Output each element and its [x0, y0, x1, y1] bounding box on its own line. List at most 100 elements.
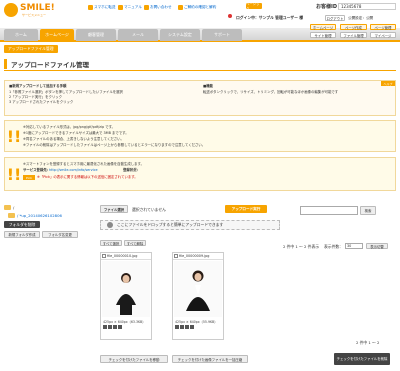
- folder-panel: / / *up_20140626102806 フォルダを削除 新規フォルダ作成 …: [4, 203, 90, 363]
- logout-button[interactable]: ログアウト: [325, 15, 345, 21]
- file-checkbox[interactable]: [102, 254, 106, 258]
- file-card-header: file_00000009.jpg: [173, 253, 223, 260]
- folder-item[interactable]: / *up_20140626102806: [4, 211, 90, 219]
- tab-support[interactable]: サポート: [202, 29, 242, 41]
- notice-box-2: !! ※スマートフォンを登録するとスマホ用に最適化された画像を自動生成します。 …: [4, 157, 396, 191]
- upload-arrow-icon: [107, 222, 113, 228]
- copy-icon[interactable]: [113, 325, 117, 329]
- file-thumbnail[interactable]: [102, 261, 150, 317]
- notice-line: ※対応しているファイル形式は、jpg/png/gif/pdf/zip です。: [23, 125, 116, 129]
- link-cancel[interactable]: ご解約の確認と解約: [178, 5, 216, 10]
- tab-system[interactable]: システム設定: [160, 29, 200, 41]
- nav-mypage-button[interactable]: マイページ: [370, 32, 396, 38]
- help-line: 転送ボタンクリックで、リサイズ、トリミング、回転が可能なほか画像の編集が可能です: [203, 90, 339, 94]
- file-meta: 425px × 640px（55.9KB）: [175, 320, 218, 324]
- file-thumbnail[interactable]: [174, 261, 222, 317]
- public-status: 公開設定：公開: [348, 16, 374, 20]
- user-icon: [228, 14, 232, 18]
- book-icon: [118, 5, 123, 10]
- link-label: マニュアル: [124, 5, 142, 9]
- logo-text[interactable]: SMILE!: [20, 3, 55, 13]
- file-actions: [103, 325, 122, 329]
- file-name: file_00000010.jpg: [107, 254, 138, 258]
- deselect-all-button[interactable]: すべて解除: [124, 240, 146, 246]
- drop-hint: ここにファイルをドロップすると簡単にアップロードできます: [117, 222, 224, 227]
- search-input[interactable]: [300, 206, 358, 215]
- copy-icon[interactable]: [185, 325, 189, 329]
- select-all-button[interactable]: すべて選択: [100, 240, 122, 246]
- nav-page-create-button[interactable]: ページ作成: [340, 24, 367, 30]
- folder-icon: [4, 204, 11, 210]
- tab-home[interactable]: ホーム: [4, 29, 38, 41]
- pick-badge: Pick: [23, 175, 35, 180]
- compress-checked-button[interactable]: チェックを付けた画像ファイルを一括圧縮: [172, 355, 248, 363]
- info-icon: [178, 5, 183, 10]
- folder-label: / *up_20140626102806: [17, 212, 62, 218]
- notice-line: ※ファイルの削除はアップロードしたファイルはページ上から参照しているとエラーにな…: [23, 143, 206, 147]
- help-line: 3 アップロードされたファイルをクリック: [9, 100, 74, 104]
- login-info: ログイン中：サンプル 管理ユーザー 様: [236, 15, 303, 20]
- file-card-header: file_00000010.jpg: [101, 253, 151, 260]
- service-label: サービス登録先：: [23, 168, 51, 172]
- registered-label: 登録状況：: [123, 168, 140, 172]
- link-contact[interactable]: お問い合わせ: [144, 5, 172, 10]
- phone-icon: [88, 5, 93, 10]
- notice-note: ※「Pick」の表示に関する情報は以下の送信に固定されています。: [37, 175, 138, 179]
- logo-subtitle: サービスメニュー: [22, 13, 47, 17]
- customer-id: 12345678: [338, 3, 396, 10]
- help-box: ヘルプ ■新規アップロードして追加する手順 1「参照ファイル選択」ボタンを押して…: [4, 80, 396, 116]
- nav-page-manage-button[interactable]: ページ管理: [370, 24, 396, 30]
- file-checkbox[interactable]: [174, 254, 178, 258]
- nav-site-manage-button[interactable]: サイト管理: [310, 32, 336, 38]
- link-smartphone[interactable]: スマホに転送: [88, 5, 115, 10]
- title-marker: [4, 58, 7, 69]
- exclamation-icon: !!: [6, 126, 22, 146]
- preview-icon[interactable]: [103, 325, 107, 329]
- file-name: file_00000009.jpg: [179, 254, 210, 258]
- customer-label: お客様ID: [316, 4, 338, 10]
- tab-mail[interactable]: メール: [118, 29, 158, 41]
- new-folder-button[interactable]: 新規フォルダ作成: [4, 231, 40, 238]
- link-label: お問い合わせ: [150, 5, 172, 9]
- page-title: アップロードファイル管理: [11, 60, 89, 69]
- rename-folder-button[interactable]: フォルダ名変更: [42, 231, 78, 238]
- notice-line: ※スマートフォンを登録するとスマホ用に最適化された画像を自動生成します。: [23, 162, 144, 166]
- preview-icon[interactable]: [175, 325, 179, 329]
- notice-line: ※1度にアップロードできるファイルサイズは最大で 3MB までです。: [23, 131, 129, 135]
- plan-badge: ベーシック: [246, 2, 262, 11]
- link-icon[interactable]: [190, 325, 194, 329]
- per-page-select[interactable]: 30: [345, 243, 363, 249]
- upload-execute-button[interactable]: アップロード実行: [225, 205, 267, 213]
- folder-root[interactable]: /: [4, 203, 90, 211]
- file-card[interactable]: file_00000009.jpg 425px × 640px（55.9KB）: [172, 252, 224, 340]
- logo-icon[interactable]: [4, 3, 18, 17]
- breadcrumb[interactable]: アップロードファイル管理: [4, 45, 58, 53]
- tab-customer[interactable]: 顧客管理: [76, 29, 116, 41]
- link-manual[interactable]: マニュアル: [118, 5, 142, 10]
- move-checked-button[interactable]: チェックを付けたファイルを移動: [100, 355, 168, 363]
- file-actions: [175, 325, 194, 329]
- delete-folder-button[interactable]: フォルダを削除: [4, 221, 40, 228]
- delete-checked-button[interactable]: チェックを付けたファイルを削除: [334, 353, 390, 365]
- file-meta: 425px × 640px（63.3KB）: [103, 320, 146, 324]
- nav-homepage-button[interactable]: ホームページ: [310, 24, 336, 30]
- search-button[interactable]: 検索: [360, 206, 376, 215]
- nav-file-manage-button[interactable]: ファイル管理: [340, 32, 367, 38]
- link-icon[interactable]: [118, 325, 122, 329]
- edit-icon[interactable]: [108, 325, 112, 329]
- tab-homepage[interactable]: ホームページ: [40, 29, 74, 41]
- no-file-selected: 選択されていません: [132, 207, 166, 212]
- drop-zone[interactable]: ここにファイルをドロップすると簡単にアップロードできます: [100, 220, 280, 230]
- help-col1-title: ■新規アップロードして追加する手順: [9, 84, 67, 88]
- count-text: 2 件中 1 ～ 2 件表示: [283, 244, 320, 249]
- edit-icon[interactable]: [180, 325, 184, 329]
- per-page-label: 表示件数：: [324, 244, 343, 249]
- help-tag[interactable]: ヘルプ: [381, 81, 395, 86]
- per-page-switch-button[interactable]: 表示切替: [366, 243, 388, 249]
- service-link[interactable]: http://smile.com/info/service: [49, 168, 98, 173]
- folder-icon: [8, 212, 15, 218]
- choose-file-button[interactable]: ファイル選択: [100, 205, 128, 213]
- file-card[interactable]: file_00000010.jpg 425px × 640px（63.3KB）: [100, 252, 152, 340]
- folder-label: /: [13, 204, 15, 210]
- link-label: スマホに転送: [94, 5, 116, 9]
